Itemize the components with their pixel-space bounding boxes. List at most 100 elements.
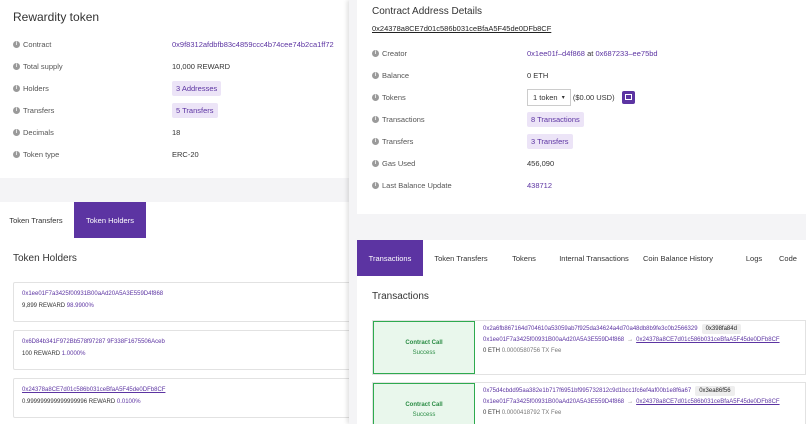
tx-value-line: 0 ETH 0.0000580756 TX Fee <box>483 348 780 354</box>
info-icon: i <box>372 115 379 123</box>
row-label: Last Balance Update <box>382 180 452 190</box>
row-label: Balance <box>382 70 410 80</box>
info-icon: i <box>372 71 379 79</box>
tx-status-badge: Contract Call Success <box>373 383 475 424</box>
tx-status: Success <box>412 349 436 356</box>
tx-from-link[interactable]: 0x1ee01F7a3425f00931B00aAd20A5A3E559D4f8… <box>483 337 624 343</box>
transaction-item: Contract Call Success 0x75d4cbdd95aa382e… <box>372 382 806 424</box>
contract-transfers-value[interactable]: 3 Transfers <box>527 133 573 149</box>
tx-type: Contract Call <box>405 339 443 346</box>
info-icon: i <box>372 137 379 145</box>
row-label: Holders <box>23 83 49 93</box>
transfers-value[interactable]: 5 Transfers <box>172 102 218 118</box>
tab-token-transfers[interactable]: Token Transfers <box>425 240 497 276</box>
creator-tx-link[interactable]: 0x687233–ee75bd <box>595 49 657 58</box>
holder-address[interactable]: 0x1ee01F7a3425f00931B00aAd20A5A3E559D4f8… <box>22 291 354 297</box>
calendar-button[interactable] <box>621 90 635 104</box>
tx-value: 0 ETH <box>483 410 501 416</box>
tx-value: 0 ETH <box>483 348 501 354</box>
info-icon: i <box>13 40 20 48</box>
holder-address[interactable]: 0x24378a8CE7d01c586b031ceBfaA5F45de0DFb8… <box>22 387 354 393</box>
tokens-dropdown[interactable]: 1 token ▾ <box>527 88 571 106</box>
arrow-right-icon: → <box>627 399 634 405</box>
row-label: Transfers <box>382 136 414 146</box>
tx-method: 0x398fa84d <box>701 324 741 334</box>
contract-transfers-pill[interactable]: 3 Transfers <box>527 133 573 149</box>
holder-balance: 9,899 REWARD <box>22 303 66 309</box>
tab-coin-balance-history[interactable]: Coin Balance History <box>639 240 717 276</box>
holders-value[interactable]: 3 Addresses <box>172 80 222 96</box>
token-contract-link[interactable]: 0x9f8312afdbfb83c4859ccc4b74cee74b2ca1ff… <box>172 37 334 51</box>
row-label: Tokens <box>382 92 406 102</box>
tx-from-link[interactable]: 0x1ee01F7a3425f00931B00aAd20A5A3E559D4f8… <box>483 399 624 405</box>
transactions-pill[interactable]: 8 Transactions <box>527 111 584 127</box>
tab-logs[interactable]: Logs <box>733 240 775 276</box>
tx-body: 0x2a6fb867164d704610a53059ab7f925da34624… <box>483 324 780 354</box>
decimals-value: 18 <box>172 127 181 137</box>
tx-fee-label: TX Fee <box>541 348 562 354</box>
tx-addresses: 0x1ee01F7a3425f00931B00aAd20A5A3E559D4f8… <box>483 337 780 343</box>
caret-down-icon: ▾ <box>561 94 565 101</box>
tx-fee-label: TX Fee <box>541 410 562 416</box>
tx-to-link[interactable]: 0x24378a8CE7d01c586b031ceBfaA5F45de0DFb8… <box>636 399 779 405</box>
creator-at: at <box>587 48 594 58</box>
tab-tokens[interactable]: Tokens <box>499 240 549 276</box>
tx-hash-link[interactable]: 0x75d4cbdd95aa382e1b717f6951bf995732812c… <box>483 388 691 394</box>
tx-fee: 0.0000580756 <box>501 348 541 354</box>
calendar-icon <box>624 94 632 100</box>
transfers-row: i Transfers <box>13 103 54 117</box>
creator-address-link[interactable]: 0x1ee01f–d4f868 <box>527 49 585 58</box>
token-holders-card: Token Holders 0x1ee01F7a3425f00931B00aAd… <box>0 238 363 424</box>
tx-hash-link[interactable]: 0x2a6fb867164d704610a53059ab7f925da34624… <box>483 326 698 332</box>
total-supply-row: i Total supply <box>13 59 63 73</box>
tx-status-badge: Contract Call Success <box>373 321 475 374</box>
creator-value: 0x1ee01f–d4f868 at 0x687233–ee75bd <box>527 46 658 60</box>
token-title: Rewardity token <box>13 10 100 24</box>
contract-tabs: Transactions Token Transfers Tokens Inte… <box>357 240 806 276</box>
last-update-link[interactable]: 438712 <box>527 178 552 192</box>
tokens-dropdown-label: 1 token <box>533 92 558 102</box>
holder-percent: 98.9900% <box>66 303 94 309</box>
holder-percent: 0.0100% <box>116 399 141 405</box>
holders-pill[interactable]: 3 Addresses <box>172 80 222 96</box>
tab-code[interactable]: Code <box>779 240 806 276</box>
info-icon: i <box>13 62 20 70</box>
transfers-pill[interactable]: 5 Transfers <box>172 102 218 118</box>
tx-to-link[interactable]: 0x24378a8CE7d01c586b031ceBfaA5F45de0DFb8… <box>636 337 779 343</box>
decimals-row: i Decimals <box>13 125 54 139</box>
tx-fee: 0.0000418792 <box>501 410 541 416</box>
tx-type: Contract Call <box>405 401 443 408</box>
holder-amount: 0.999999999999999996 REWARD 0.0100% <box>22 399 354 405</box>
tab-token-transfers[interactable]: Token Transfers <box>0 202 72 238</box>
holder-item: 0x1ee01F7a3425f00931B00aAd20A5A3E559D4f8… <box>13 282 363 322</box>
transactions-value[interactable]: 8 Transactions <box>527 111 584 127</box>
total-supply-value: 10,000 REWARD <box>172 61 231 71</box>
row-label: Transactions <box>382 114 425 124</box>
contract-details-card: Contract Address Details 0x24378a8CE7d01… <box>357 0 806 214</box>
contract-title: Contract Address Details <box>372 6 483 17</box>
tab-token-holders[interactable]: Token Holders <box>74 202 146 238</box>
transactions-title: Transactions <box>372 291 429 302</box>
gas-value: 456,090 <box>527 158 555 168</box>
token-type-row: i Token type <box>13 147 59 161</box>
holder-amount: 9,899 REWARD 98.9900% <box>22 303 354 309</box>
holder-address[interactable]: 0x6D84b341F972Bb578f97287 9F338F1675506A… <box>22 339 354 345</box>
balance-value: 0 ETH <box>527 70 549 80</box>
contract-row: i Contract <box>13 37 51 51</box>
info-icon: i <box>372 181 379 189</box>
tokens-value: 1 token ▾ ($0.00 USD) <box>527 88 635 106</box>
transactions-card: Transactions Contract Call Success 0x2a6… <box>357 276 806 424</box>
row-label: Contract <box>23 39 52 49</box>
tab-transactions[interactable]: Transactions <box>357 240 423 276</box>
info-icon: i <box>13 128 20 136</box>
contract-address[interactable]: 0x24378a8CE7d01c586b031ceBfaA5F45de0DFb8… <box>372 24 551 33</box>
balance-row: i Balance <box>372 68 409 82</box>
holder-balance: 0.999999999999999996 REWARD <box>22 399 116 405</box>
tab-internal-transactions[interactable]: Internal Transactions <box>553 240 635 276</box>
last-update-row: i Last Balance Update <box>372 178 452 192</box>
holder-balance: 100 REWARD <box>22 351 61 357</box>
tx-status: Success <box>412 411 436 418</box>
tx-body: 0x75d4cbdd95aa382e1b717f6951bf995732812c… <box>483 386 780 416</box>
arrow-right-icon: → <box>627 337 634 343</box>
row-label: Gas Used <box>382 158 416 168</box>
